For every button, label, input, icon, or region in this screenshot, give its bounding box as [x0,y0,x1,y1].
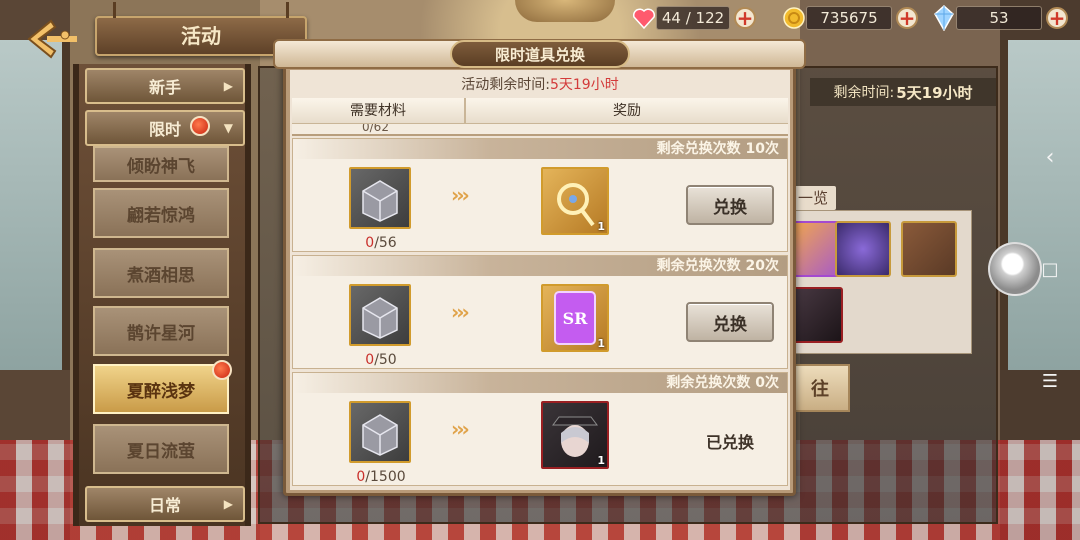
event-remaining-time: 剩余时间: 5天19小时 [810,78,996,106]
ceiling-lamp [515,0,615,22]
preview-item[interactable] [835,221,891,277]
background-window-left [0,40,70,370]
modal-title: 限时道具兑换 [450,40,630,68]
gem-value: 53 [956,6,1042,30]
back-button[interactable] [20,14,84,64]
event-timer: 活动剩余时间:5天19小时 [290,74,790,96]
gold-value: 735675 [806,6,892,30]
reward-preview-title: 一览 [790,186,836,210]
ore-box-icon [362,414,398,456]
remaining-count-label: 剩余兑换次数 10次 [293,139,787,159]
partial-row-count: 0/62 [292,124,788,136]
exchange-arrow-icon: ››› [451,300,470,324]
column-header-reward: 奖励 [613,103,641,119]
sidebar-item-event-1[interactable]: 倾盼神飞 [93,146,229,182]
material-slot[interactable] [349,167,411,229]
tab-label: 限时 [148,120,181,139]
exchange-arrow-icon: ››› [451,183,470,207]
remaining-label: 剩余时间: [833,85,895,101]
tab-newbie[interactable]: 新手 ▶ [85,68,245,104]
exchange-row: 剩余兑换次数 0次 0/1500 ››› 1 已兑换 [292,372,788,486]
add-stamina-button[interactable]: + [734,7,756,29]
reward-preview-box [787,210,972,354]
stamina-value: 44 / 122 [656,6,730,30]
remaining-count-label: 剩余兑换次数 20次 [293,256,787,276]
reward-quantity: 1 [597,454,605,467]
exchange-row: 剩余兑换次数 20次 0/50 ››› SR 1 兑换 [292,255,788,369]
arrow-down-icon: ▼ [223,121,233,135]
material-count: 0/50 [365,352,397,368]
material-slot[interactable] [349,401,411,463]
exchange-list[interactable]: 0/62 剩余兑换次数 10次 0/56 ››› 1 兑换 剩余兑换次数 20次 [292,124,788,486]
ore-box-icon [362,297,398,339]
exchange-button[interactable]: 兑换 [686,185,774,225]
crystal-icon [932,5,956,31]
notification-dot-icon [212,360,232,380]
remaining-value: 5天19小时 [896,83,973,102]
material-count: 0/1500 [356,469,406,485]
system-back-icon[interactable]: ‹ [1030,142,1070,172]
sidebar-item-event-4[interactable]: 鹊许星河 [93,306,229,356]
gem-resource: 53 + [932,4,1068,32]
reward-quantity: 1 [597,220,605,233]
background-window-right [1000,40,1080,370]
material-slot[interactable] [349,284,411,346]
preview-item[interactable] [901,221,957,277]
sidebar-item-event-6[interactable]: 夏日流萤 [93,424,229,474]
coin-icon [782,6,806,30]
column-header-material: 需要材料 [292,98,466,123]
material-count: 0/56 [365,235,397,251]
tab-limited[interactable]: 限时 ▼ [85,110,245,146]
sidebar-item-event-3[interactable]: 煮酒相思 [93,248,229,298]
reward-slot[interactable]: SR 1 [541,284,609,352]
exchange-row: 剩余兑换次数 10次 0/56 ››› 1 兑换 [292,138,788,252]
ore-box-icon [362,180,398,222]
reward-slot[interactable]: 1 [541,167,609,235]
svg-text:SR: SR [563,309,589,328]
stamina-resource: 44 / 122 + [632,4,756,32]
heart-icon [632,6,656,30]
arrow-right-icon: ▶ [223,497,233,511]
tab-label: 新手 [148,78,181,97]
remaining-count-label: 剩余兑换次数 0次 [293,373,787,393]
notification-dot-icon [190,116,210,136]
tab-daily[interactable]: 日常 ▶ [85,486,245,522]
exchange-arrow-icon: ››› [451,417,470,441]
tab-label: 日常 [148,496,181,515]
reward-quantity: 1 [597,337,605,350]
column-headers: 需要材料 奖励 [292,98,788,124]
reward-slot[interactable]: 1 [541,401,609,469]
exchanged-label: 已兑换 [705,433,754,452]
goto-button[interactable]: 往 [790,364,850,412]
add-gold-button[interactable]: + [896,7,918,29]
back-arrow-icon [27,19,77,59]
sidebar-item-event-2[interactable]: 翩若惊鸿 [93,188,229,238]
timer-value: 5天19小时 [549,77,619,93]
exchange-button[interactable]: 兑换 [686,302,774,342]
timer-label: 活动剩余时间: [461,77,550,93]
arrow-right-icon: ▶ [223,79,233,93]
system-menu-icon[interactable]: ☰ [1030,366,1070,396]
system-home-icon[interactable]: □ [1030,254,1070,284]
sidebar-item-event-5[interactable]: 夏醉浅梦 [93,364,229,414]
add-gem-button[interactable]: + [1046,7,1068,29]
gold-resource: 735675 + [782,4,918,32]
